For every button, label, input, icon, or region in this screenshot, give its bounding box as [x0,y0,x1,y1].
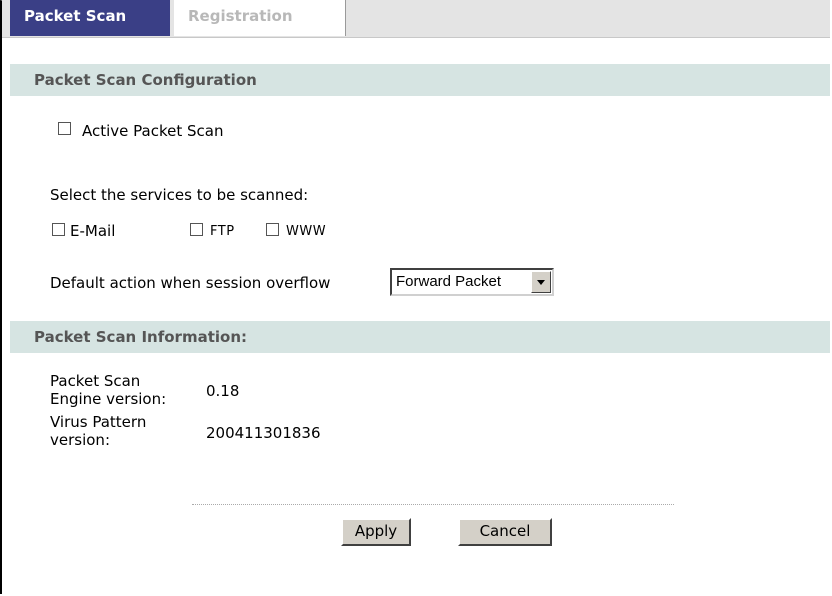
ftp-label: FTP [210,224,235,239]
tab-packet-scan[interactable]: Packet Scan [10,0,170,36]
ftp-checkbox[interactable] [190,223,203,236]
engine-version-label-line1: Packet Scan [50,372,141,390]
virus-pattern-label-line2: version: [50,431,110,449]
overflow-action-value: Forward Packet [396,273,502,290]
divider [192,504,674,505]
virus-pattern-value: 200411301836 [206,424,321,442]
www-checkbox[interactable] [266,223,279,236]
overflow-action-select[interactable]: Forward Packet [390,268,554,296]
section-header-information: Packet Scan Information: [10,321,830,353]
tab-registration[interactable]: Registration [174,0,346,36]
apply-button[interactable]: Apply [341,518,411,546]
cancel-button[interactable]: Cancel [458,518,552,546]
tab-bar: Packet Scan Registration [2,0,830,38]
chevron-down-icon[interactable] [531,271,551,293]
engine-version-value: 0.18 [206,382,240,400]
virus-pattern-label: Virus Pattern version: [50,413,146,449]
virus-pattern-label-line1: Virus Pattern [50,413,147,431]
engine-version-label-line2: Engine version: [50,390,167,408]
services-prompt: Select the services to be scanned: [50,186,309,204]
active-packet-scan-checkbox[interactable] [58,122,71,135]
email-label: E-Mail [70,222,116,240]
engine-version-label: Packet Scan Engine version: [50,372,166,408]
email-checkbox[interactable] [52,223,65,236]
active-packet-scan-label: Active Packet Scan [82,122,224,140]
www-label: WWW [286,224,327,239]
overflow-action-label: Default action when session overflow [50,274,331,292]
section-header-configuration: Packet Scan Configuration [10,64,830,96]
